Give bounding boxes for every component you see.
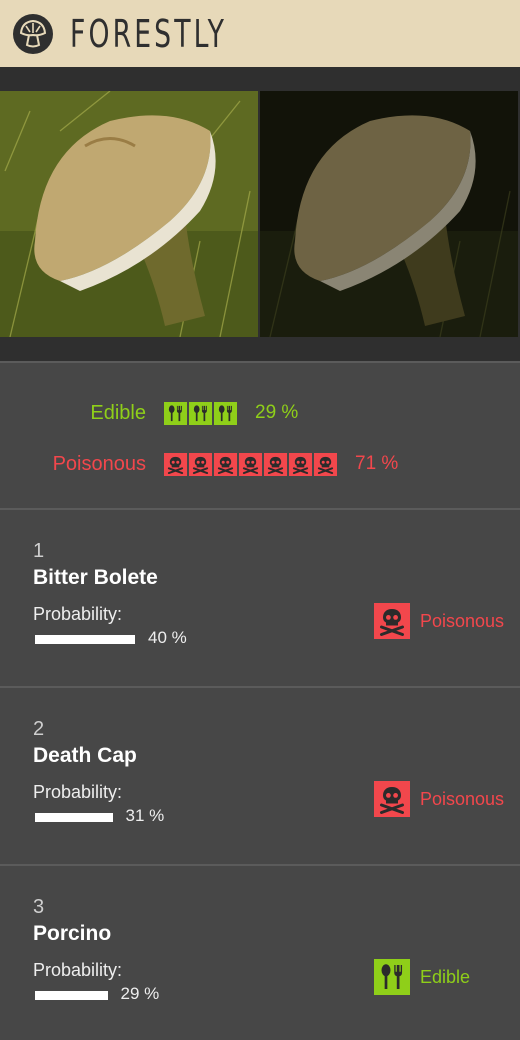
skull-crossbones-icon — [264, 452, 287, 476]
skull-crossbones-icon — [314, 452, 337, 476]
skull-crossbones-icon — [374, 781, 410, 817]
app-title: FORESTLY — [70, 11, 228, 56]
verdict-label: Poisonous — [420, 788, 505, 809]
cutlery-icon — [214, 401, 237, 425]
probability-label: Probability: — [33, 960, 123, 980]
probability-bar-fill — [35, 635, 135, 644]
result-rank: 3 — [33, 896, 45, 918]
edible-percent: 29 % — [255, 402, 299, 423]
photo-band — [0, 67, 520, 361]
poisonous-label: Poisonous — [52, 452, 146, 475]
probability-label: Probability: — [33, 604, 123, 624]
species-name: Porcino — [33, 922, 112, 945]
probability-bar-fill — [35, 813, 113, 822]
poisonous-summary-row: Poisonous 71 % — [0, 449, 520, 479]
species-name: Death Cap — [33, 744, 137, 767]
mushroom-photo[interactable] — [0, 91, 258, 337]
edible-summary-row: Edible 29 % — [0, 398, 520, 428]
cutlery-icon — [189, 401, 212, 425]
cutlery-icon — [374, 959, 410, 995]
poisonous-percent: 71 % — [355, 453, 399, 474]
verdict-badge: Poisonous — [374, 603, 504, 639]
mushroom-photo-processed[interactable] — [260, 91, 518, 337]
verdict-label: Edible — [420, 966, 471, 987]
skull-crossbones-icon — [289, 452, 312, 476]
verdict-badge: Edible — [374, 959, 470, 995]
app-header: FORESTLY — [0, 0, 520, 67]
verdict-label: Poisonous — [420, 610, 505, 631]
species-name: Bitter Bolete — [33, 566, 158, 589]
probability-percent: 40 % — [148, 628, 187, 647]
edible-icon-bar — [164, 401, 237, 425]
mushroom-icon[interactable] — [12, 13, 54, 55]
result-card[interactable]: 1 Bitter Bolete Probability: 40 % Poison… — [0, 510, 520, 686]
probability-bar — [35, 813, 135, 822]
probability-bar — [35, 635, 135, 644]
skull-crossbones-icon — [239, 452, 262, 476]
probability-percent: 29 % — [120, 984, 160, 1003]
edible-label: Edible — [90, 401, 146, 424]
result-rank: 2 — [33, 718, 45, 740]
probability-label: Probability: — [33, 782, 123, 802]
skull-crossbones-icon — [374, 603, 410, 639]
result-card[interactable]: 2 Death Cap Probability: 31 % Poisonous — [0, 688, 520, 864]
verdict-badge: Poisonous — [374, 781, 504, 817]
skull-crossbones-icon — [189, 452, 212, 476]
skull-crossbones-icon — [214, 452, 237, 476]
result-rank: 1 — [33, 540, 45, 562]
classification-summary: Edible 29 % Poisonous 71 % — [0, 363, 520, 508]
skull-crossbones-icon — [164, 452, 187, 476]
probability-bar-fill — [35, 991, 108, 1000]
probability-percent: 31 % — [125, 806, 165, 825]
cutlery-icon — [164, 401, 187, 425]
result-card[interactable]: 3 Porcino Probability: 29 % Edible — [0, 866, 520, 1040]
poisonous-icon-bar — [164, 452, 337, 476]
